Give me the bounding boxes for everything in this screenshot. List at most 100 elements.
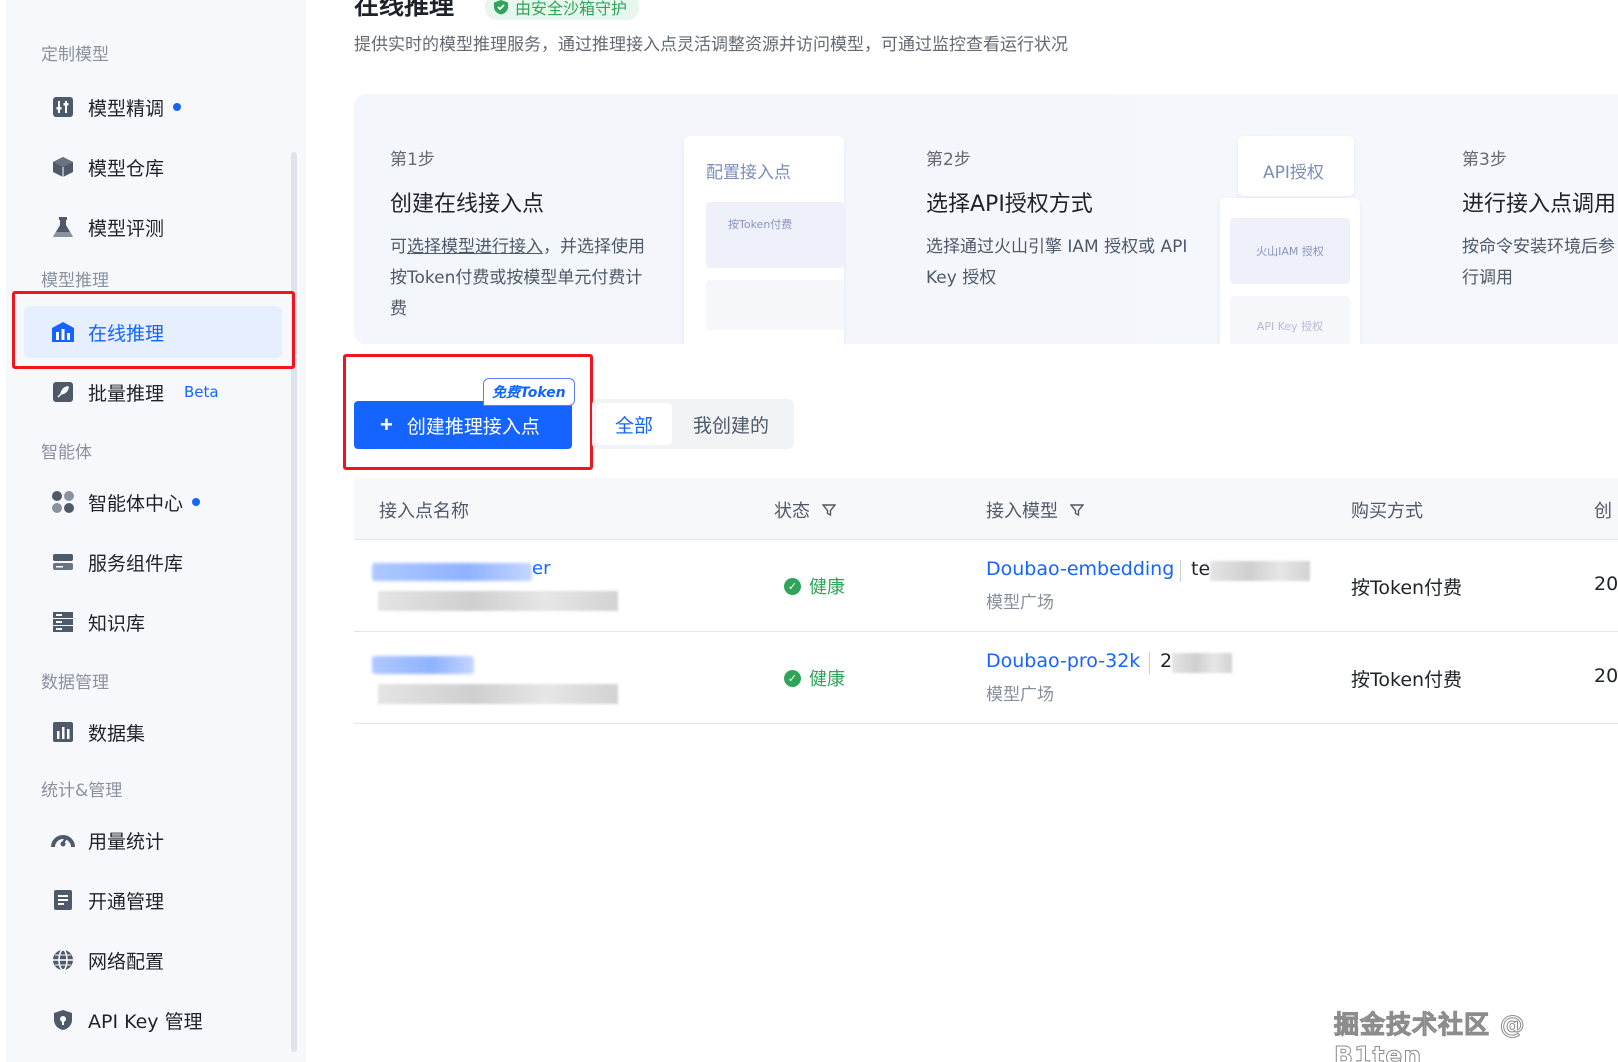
purchase-method: 按Token付费 bbox=[1351, 577, 1463, 599]
endpoint-id-redacted bbox=[378, 684, 618, 704]
sidebar-item-knowledge-base[interactable]: 知识库 bbox=[24, 596, 282, 648]
sidebar-item-label: 模型评测 bbox=[88, 217, 165, 240]
free-token-tag: 免费Token bbox=[483, 378, 575, 406]
select-model-link[interactable]: 选择模型进行接入 bbox=[407, 237, 543, 257]
table-row[interactable]: er ✓ 健康 Doubao-embedding te 模型广场 按Token付… bbox=[354, 540, 1618, 632]
step-1-desc-line3: 费 bbox=[390, 299, 407, 319]
plus-icon: + bbox=[380, 412, 393, 437]
create-endpoint-button[interactable]: + 创建推理接入点 bbox=[354, 401, 572, 449]
sidebar: 定制模型 模型精调 模型仓库 模型评测 模型推理 在线推理 批量推理 Beta … bbox=[6, 0, 306, 1062]
section-agent: 智能体 bbox=[41, 443, 92, 463]
column-name-label: 接入点名称 bbox=[379, 501, 469, 522]
step-2-description: 选择通过火山引擎 IAM 授权或 API Key 授权 bbox=[926, 232, 1187, 294]
new-dot bbox=[173, 103, 182, 111]
sidebar-item-model-repository[interactable]: 模型仓库 bbox=[24, 141, 282, 193]
endpoint-name-redacted[interactable] bbox=[372, 656, 474, 674]
tune-icon bbox=[50, 94, 76, 120]
sidebar-item-api-key-mgmt[interactable]: API Key 管理 bbox=[24, 994, 282, 1046]
status-cell: ✓ 健康 bbox=[784, 573, 845, 599]
sidebar-item-label: 智能体中心 bbox=[88, 492, 184, 515]
column-created-label: 创 bbox=[1594, 501, 1612, 522]
divider bbox=[1180, 560, 1181, 582]
sidebar-item-model-eval[interactable]: 模型评测 bbox=[24, 201, 282, 253]
column-model-label: 接入模型 bbox=[986, 501, 1058, 522]
new-dot bbox=[192, 498, 201, 506]
created-time: 20 bbox=[1594, 665, 1618, 687]
sidebar-item-agent-center[interactable]: 智能体中心 bbox=[24, 476, 282, 528]
step-2-desc-line2: Key 授权 bbox=[926, 268, 997, 288]
sidebar-item-label: 开通管理 bbox=[88, 890, 165, 913]
model-link[interactable]: Doubao-pro-32k bbox=[986, 650, 1140, 672]
step-1-desc-prefix: 可 bbox=[390, 237, 407, 257]
sidebar-item-activation-mgmt[interactable]: 开通管理 bbox=[24, 874, 282, 926]
server-icon bbox=[50, 549, 76, 575]
sidebar-item-model-finetune[interactable]: 模型精调 bbox=[24, 81, 282, 133]
document-icon bbox=[50, 887, 76, 913]
check-circle-icon: ✓ bbox=[784, 669, 801, 687]
sidebar-item-label: 网络配置 bbox=[88, 950, 165, 973]
shield-check-icon bbox=[494, 0, 508, 15]
section-data-mgmt: 数据管理 bbox=[41, 673, 109, 693]
sidebar-item-service-components[interactable]: 服务组件库 bbox=[24, 536, 282, 588]
column-status-label: 状态 bbox=[774, 501, 810, 522]
model-version-fragment: te bbox=[1191, 558, 1211, 580]
model-source: 模型广场 bbox=[986, 593, 1054, 613]
sidebar-scrollbar[interactable] bbox=[291, 152, 297, 1052]
check-circle-icon: ✓ bbox=[784, 577, 801, 595]
sidebar-item-network-config[interactable]: 网络配置 bbox=[24, 934, 282, 986]
step-3-title: 进行接入点调用 bbox=[1462, 192, 1617, 217]
step-1-title: 创建在线接入点 bbox=[390, 192, 545, 217]
grid-icon bbox=[50, 489, 76, 515]
sandbox-badge: 由安全沙箱守护 bbox=[485, 0, 640, 20]
watermark: 掘金技术社区 @ B1ten bbox=[1334, 1010, 1526, 1062]
step-2-illustration-title: API授权 bbox=[1263, 163, 1324, 183]
filter-icon[interactable] bbox=[822, 503, 836, 517]
step-1-illustration-placeholder bbox=[706, 280, 844, 330]
table-row[interactable]: ✓ 健康 Doubao-pro-32k 2 模型广场 按Token付费 20 bbox=[354, 632, 1618, 724]
step-1-illustration-title: 配置接入点 bbox=[706, 163, 791, 183]
step-2-option-iam: 火山IAM 授权 bbox=[1230, 218, 1350, 284]
endpoint-name-redacted[interactable] bbox=[372, 563, 532, 581]
bar-chart-icon bbox=[50, 719, 76, 745]
sidebar-item-label: 服务组件库 bbox=[88, 552, 184, 575]
column-purchase-label: 购买方式 bbox=[1351, 501, 1423, 522]
created-time: 20 bbox=[1594, 573, 1618, 595]
sidebar-item-label: 模型仓库 bbox=[88, 157, 165, 180]
sidebar-item-dataset[interactable]: 数据集 bbox=[24, 706, 282, 758]
model-link[interactable]: Doubao-embedding bbox=[986, 558, 1174, 580]
sidebar-item-label: 批量推理 bbox=[88, 382, 165, 405]
step-3-description: 按命令安装环境后参 行调用 bbox=[1462, 232, 1615, 294]
table-header: 接入点名称 状态 接入模型 购买方式 创 bbox=[354, 478, 1618, 540]
column-purchase: 购买方式 bbox=[1351, 497, 1423, 523]
step-3-number: 第3步 bbox=[1462, 150, 1507, 170]
globe-icon bbox=[50, 947, 76, 973]
step-1-description: 可选择模型进行接入，并选择使用 按Token付费或按模型单元付费计 费 bbox=[390, 232, 645, 325]
step-2-number: 第2步 bbox=[926, 150, 971, 170]
filter-mine-tab[interactable]: 我创建的 bbox=[672, 403, 790, 445]
step-2-desc-line1: 选择通过火山引擎 IAM 授权或 API bbox=[926, 237, 1188, 257]
sidebar-item-label: 数据集 bbox=[88, 722, 146, 745]
page-description: 提供实时的模型推理服务，通过推理接入点灵活调整资源并访问模型，可通过监控查看运行… bbox=[354, 35, 1068, 55]
sidebar-item-label: 用量统计 bbox=[88, 830, 165, 853]
sidebar-item-usage-stats[interactable]: 用量统计 bbox=[24, 814, 282, 866]
step-1-desc-line2: 按Token付费或按模型单元付费计 bbox=[390, 268, 643, 288]
filter-all-tab[interactable]: 全部 bbox=[596, 403, 672, 445]
filter-icon[interactable] bbox=[1070, 503, 1084, 517]
column-status: 状态 bbox=[774, 497, 836, 523]
endpoint-id-redacted bbox=[378, 591, 618, 611]
model-source: 模型广场 bbox=[986, 685, 1054, 705]
shield-icon bbox=[50, 1007, 76, 1033]
sidebar-item-label: API Key 管理 bbox=[88, 1010, 203, 1033]
endpoints-table: 接入点名称 状态 接入模型 购买方式 创 er ✓ 健康 Doubao-embe… bbox=[354, 478, 1618, 724]
page-title: 在线推理 bbox=[354, 0, 455, 20]
endpoint-name-visible[interactable]: er bbox=[532, 558, 550, 579]
model-version-fragment: 2 bbox=[1160, 650, 1173, 672]
sidebar-item-label: 知识库 bbox=[88, 612, 146, 635]
divider bbox=[1149, 652, 1150, 674]
sidebar-item-batch-inference[interactable]: 批量推理 Beta bbox=[24, 366, 282, 418]
status-cell: ✓ 健康 bbox=[784, 665, 845, 691]
step-2-title: 选择API授权方式 bbox=[926, 192, 1093, 217]
section-custom-model: 定制模型 bbox=[41, 45, 109, 65]
purchase-method: 按Token付费 bbox=[1351, 669, 1463, 691]
sidebar-item-label: 模型精调 bbox=[88, 97, 165, 120]
